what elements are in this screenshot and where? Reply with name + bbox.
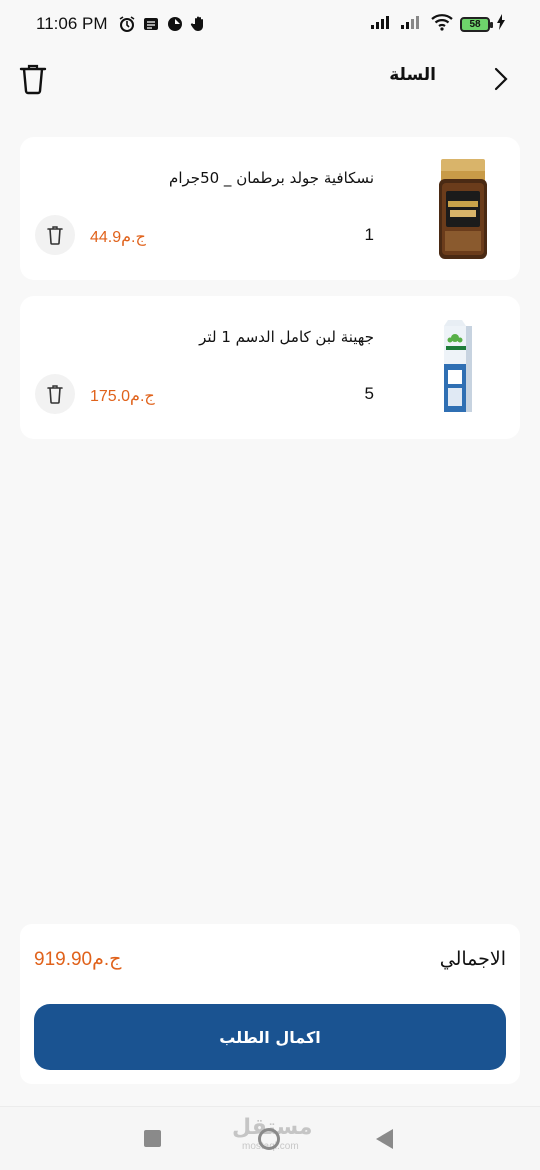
product-price: 175.0ج.م xyxy=(90,388,155,405)
trash-icon xyxy=(47,226,63,245)
clear-cart-button[interactable] xyxy=(18,62,48,96)
cart-item: جهينة لبن كامل الدسم 1 لتر 5 175.0ج.م xyxy=(20,296,520,439)
status-bar: 11:06 PM 58 xyxy=(0,0,540,48)
total-label: الاجمالي xyxy=(439,948,506,970)
charging-icon xyxy=(496,14,506,34)
wifi-icon xyxy=(430,13,454,35)
product-quantity: 1 xyxy=(364,225,374,244)
product-quantity: 5 xyxy=(364,384,374,403)
home-button[interactable] xyxy=(258,1128,280,1150)
trash-icon xyxy=(47,385,63,404)
signal-icon xyxy=(370,14,394,34)
hand-icon xyxy=(190,15,208,33)
back-button[interactable] xyxy=(492,66,510,92)
message-icon xyxy=(142,15,160,33)
status-left: 11:06 PM xyxy=(36,14,208,34)
status-right: 58 xyxy=(370,13,506,35)
cart-item: نسكافية جولد برطمان _ 50جرام 1 44.9ج.م xyxy=(20,137,520,280)
battery-indicator: 58 xyxy=(460,16,493,32)
system-back-button[interactable] xyxy=(376,1129,393,1149)
status-time: 11:06 PM xyxy=(36,14,108,33)
cart-list: نسكافية جولد برطمان _ 50جرام 1 44.9ج.م ج… xyxy=(20,137,520,455)
order-summary: الاجمالي 919.90ج.م اكمال الطلب xyxy=(20,924,520,1084)
chevron-right-icon xyxy=(494,67,508,91)
alarm-icon xyxy=(118,15,136,33)
app-header: السلة xyxy=(0,48,540,108)
signal-2-icon xyxy=(400,14,424,34)
app-notification-icon xyxy=(166,15,184,33)
total-value: 919.90ج.م xyxy=(34,949,122,970)
product-image-juhayna xyxy=(408,314,500,424)
checkout-button[interactable]: اكمال الطلب xyxy=(34,1004,506,1070)
page-title: السلة xyxy=(389,65,436,85)
product-price: 44.9ج.م xyxy=(90,229,146,246)
delete-item-button[interactable] xyxy=(35,374,75,414)
product-image-nescafe xyxy=(408,155,500,265)
product-name: نسكافية جولد برطمان _ 50جرام xyxy=(169,169,374,187)
trash-icon xyxy=(19,64,47,95)
recent-apps-button[interactable] xyxy=(144,1130,161,1147)
delete-item-button[interactable] xyxy=(35,215,75,255)
product-name: جهينة لبن كامل الدسم 1 لتر xyxy=(199,328,374,346)
system-nav-bar: مستقل mostaql.com xyxy=(0,1106,540,1170)
